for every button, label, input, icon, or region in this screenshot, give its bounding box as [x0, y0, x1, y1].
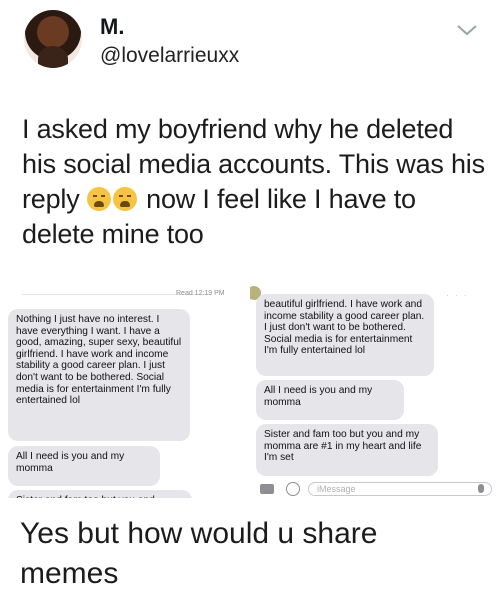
- apps-icon[interactable]: [286, 482, 300, 496]
- message-bubble: All I need is you and my momma: [8, 446, 160, 486]
- screenshot-right: · · · beautiful girlfriend. I have work …: [250, 286, 498, 498]
- message-input-bar: iMessage: [250, 482, 498, 498]
- imessage-input[interactable]: iMessage: [308, 482, 492, 496]
- caption: Yes but how would u share memes: [20, 517, 378, 590]
- message-bubble: All I need is you and my momma: [256, 380, 404, 420]
- message-bubble: beautiful girlfriend. I have work and in…: [256, 294, 434, 376]
- chevron-down-icon[interactable]: [454, 22, 480, 38]
- display-name[interactable]: M.: [100, 14, 124, 40]
- weary-face-emoji: [86, 187, 111, 211]
- avatar[interactable]: [24, 10, 82, 68]
- weary-face-emoji: [112, 187, 137, 211]
- message-bubble: Sister and fam too but you and: [8, 490, 192, 498]
- read-receipt: Read 12:19 PM: [176, 290, 225, 297]
- tweet-text-part2: now I feel like I have to delete mine to…: [22, 184, 416, 249]
- message-bubble: Sister and fam too but you and my momma …: [256, 424, 438, 476]
- more-dots: · · ·: [446, 291, 469, 300]
- user-handle[interactable]: @lovelarrieuxx: [100, 44, 239, 68]
- screenshot-left: Read 12:19 PM Nothing I just have no int…: [2, 286, 248, 498]
- camera-icon[interactable]: [260, 484, 274, 494]
- microphone-icon[interactable]: [478, 484, 484, 493]
- message-bubble: Nothing I just have no interest. I have …: [8, 309, 190, 441]
- tweet-text: I asked my boyfriend why he deleted his …: [22, 112, 490, 252]
